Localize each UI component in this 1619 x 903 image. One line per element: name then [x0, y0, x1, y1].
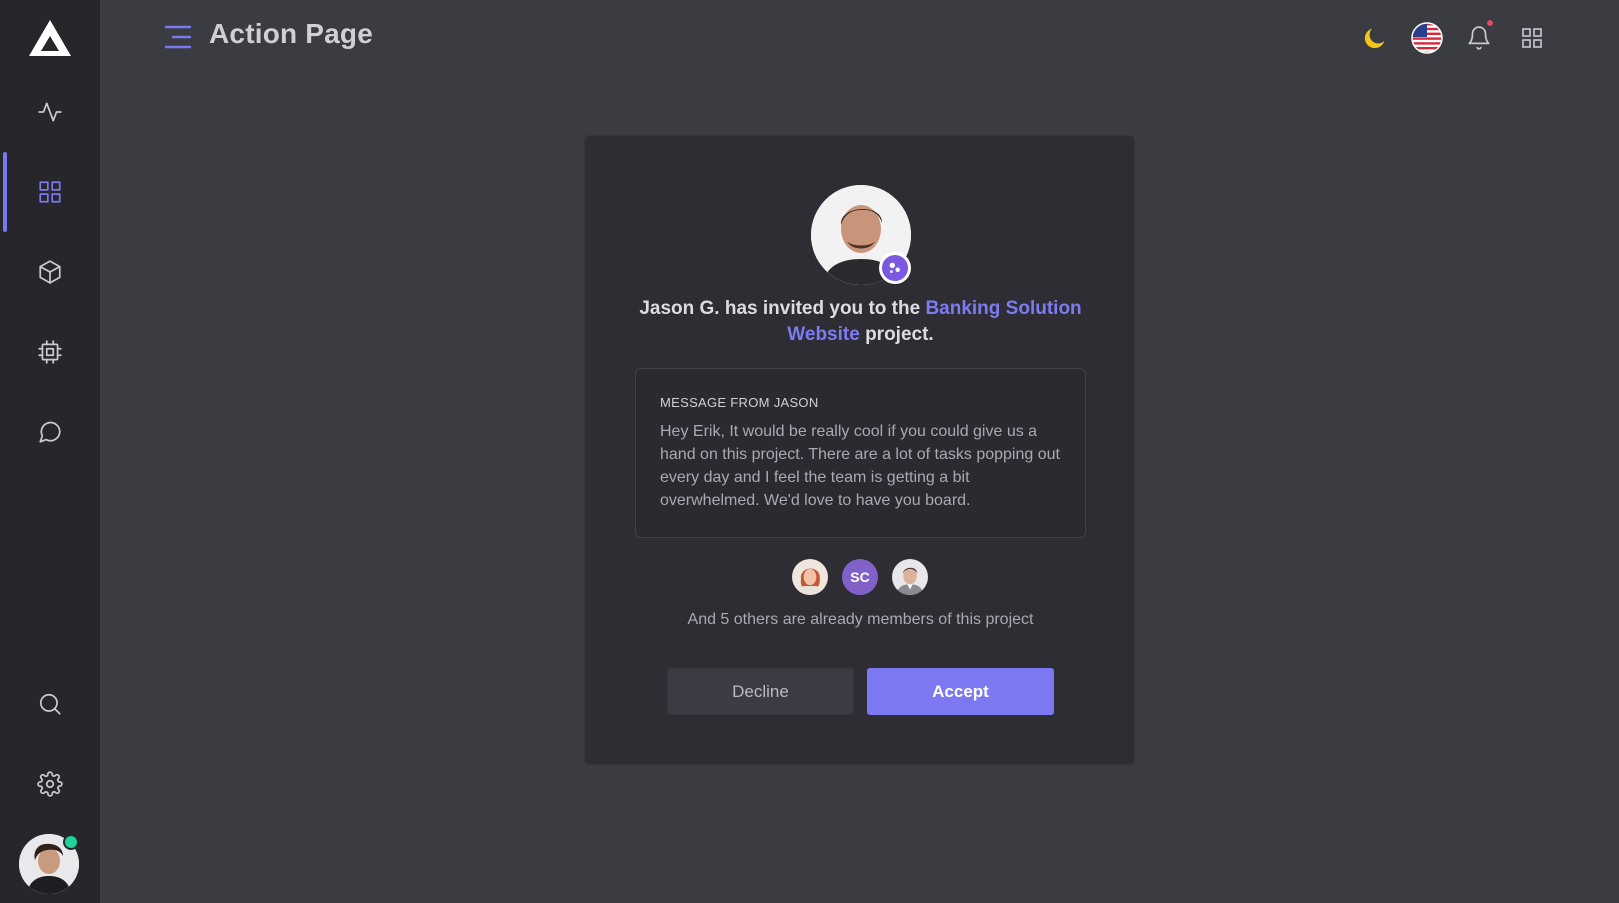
sidebar — [0, 0, 100, 903]
bell-icon — [1468, 26, 1490, 50]
sidebar-item-cpu[interactable] — [0, 312, 100, 392]
members-text: And 5 others are already members of this… — [687, 611, 1034, 628]
gear-icon — [37, 771, 63, 797]
accept-button[interactable]: Accept — [867, 668, 1054, 715]
message-icon — [39, 421, 61, 443]
message-title: MESSAGE FROM JASON — [660, 395, 819, 410]
invite-prefix: Jason G. has invited you to the — [639, 298, 926, 319]
box-icon — [39, 260, 61, 284]
sidebar-item-box[interactable] — [0, 232, 100, 312]
invite-text: Jason G. has invited you to the Banking … — [625, 296, 1096, 348]
activity-icon — [38, 102, 62, 122]
member-avatars: SC — [790, 557, 940, 599]
notifications-button[interactable] — [1461, 20, 1497, 56]
member-avatar — [790, 557, 830, 597]
invite-suffix: project. — [859, 324, 934, 345]
sidebar-item-dashboard[interactable] — [0, 152, 100, 232]
moon-icon — [1364, 28, 1385, 49]
language-selector[interactable] — [1409, 20, 1445, 56]
theme-toggle[interactable] — [1357, 20, 1393, 56]
sidebar-item-messages[interactable] — [0, 392, 100, 472]
us-flag-icon — [1411, 22, 1443, 54]
apps-button[interactable] — [1514, 20, 1550, 56]
member-initials-avatar: SC — [840, 557, 880, 597]
sidebar-item-settings[interactable] — [0, 744, 100, 824]
page-title: Action Page — [209, 18, 374, 49]
message-body: Hey Erik, It would be really cool if you… — [660, 423, 1060, 509]
menu-toggle-icon[interactable] — [164, 24, 192, 50]
message-box: MESSAGE FROM JASON Hey Erik, It would be… — [635, 368, 1086, 538]
logo-icon[interactable] — [28, 18, 72, 58]
invite-card: Jason G. has invited you to the Banking … — [584, 135, 1135, 765]
member-avatar — [890, 557, 930, 597]
project-badge-icon — [879, 252, 911, 284]
grid-icon — [39, 181, 61, 203]
sidebar-item-search[interactable] — [0, 664, 100, 744]
sidebar-item-activity[interactable] — [0, 72, 100, 152]
online-status-dot — [63, 834, 79, 850]
decline-button[interactable]: Decline — [667, 668, 854, 715]
search-icon — [39, 693, 61, 715]
cpu-icon — [38, 340, 62, 364]
apps-grid-icon — [1522, 28, 1542, 48]
notification-dot — [1487, 20, 1493, 26]
